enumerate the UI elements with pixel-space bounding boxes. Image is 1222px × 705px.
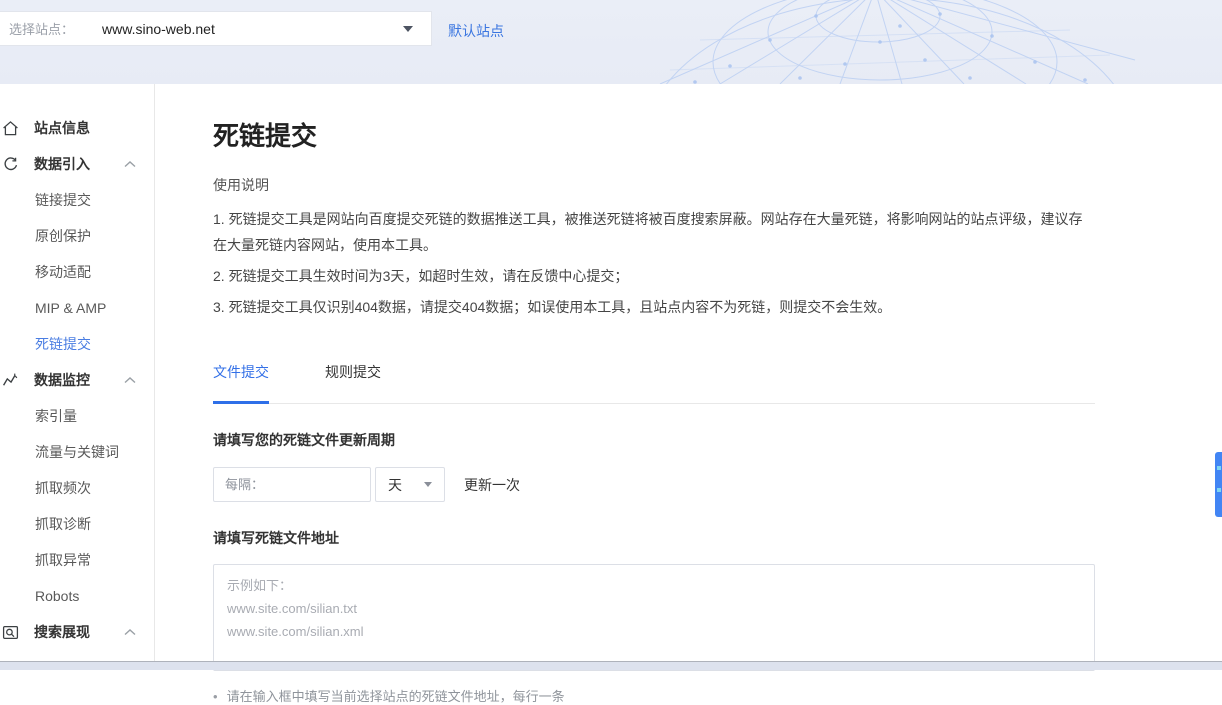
wireframe-globe-graphic (640, 0, 1160, 84)
top-banner: 选择站点： www.sino-web.net 默认站点 (0, 0, 1222, 84)
sidebar-item-robots[interactable]: Robots (0, 578, 154, 614)
search-display-icon (2, 624, 20, 641)
address-note: 请在输入框中填写当前选择站点的死链文件地址，每行一条 (213, 686, 1095, 705)
address-heading: 请填写死链文件地址 (213, 528, 1222, 548)
site-selector-dropdown[interactable]: 选择站点： www.sino-web.net (0, 11, 432, 46)
cycle-heading: 请填写您的死链文件更新周期 (213, 430, 1222, 450)
chevron-up-icon (124, 161, 136, 168)
horizontal-scrollbar-thumb[interactable] (0, 662, 1222, 670)
sidebar-item-crawl-errors[interactable]: 抓取异常 (0, 542, 154, 578)
feedback-tab-mark (1217, 488, 1221, 492)
sidebar-group-search-display[interactable]: 搜索展现 (0, 614, 154, 650)
update-cycle-row: 天 更新一次 (213, 467, 1222, 502)
feedback-tab-mark (1217, 466, 1221, 470)
page-title: 死链提交 (213, 116, 1222, 153)
tab-rule-submit[interactable]: 规则提交 (325, 362, 381, 404)
dead-link-file-textarea[interactable] (213, 564, 1095, 671)
update-suffix-label: 更新一次 (464, 475, 520, 495)
sidebar-item-crawl-frequency[interactable]: 抓取频次 (0, 470, 154, 506)
feedback-side-tab[interactable] (1215, 452, 1222, 517)
sidebar-item-original-protect[interactable]: 原创保护 (0, 218, 154, 254)
chevron-down-icon (403, 26, 413, 32)
unit-select-value: 天 (388, 475, 402, 495)
instruction-item: 3. 死链提交工具仅识别404数据，请提交404数据；如误使用本工具，且站点内容… (213, 294, 1095, 320)
tab-bar: 文件提交 规则提交 (213, 362, 1095, 404)
main-content: 死链提交 使用说明 1. 死链提交工具是网站向百度提交死链的数据推送工具，被推送… (155, 84, 1222, 670)
sidebar-item-mobile-adapt[interactable]: 移动适配 (0, 254, 154, 290)
chevron-up-icon (124, 377, 136, 384)
sidebar-item-index-volume[interactable]: 索引量 (0, 398, 154, 434)
unit-select[interactable]: 天 (375, 467, 445, 502)
horizontal-scrollbar[interactable] (0, 661, 1222, 670)
chevron-up-icon (124, 629, 136, 636)
sidebar-item-mip-amp[interactable]: MIP & AMP (0, 290, 154, 326)
site-selector-label: 选择站点： (9, 19, 74, 38)
instruction-item: 1. 死链提交工具是网站向百度提交死链的数据推送工具，被推送死链将被百度搜索屏蔽… (213, 206, 1095, 258)
sidebar-group-data-monitor[interactable]: 数据监控 (0, 362, 154, 398)
sidebar-item-crawl-diagnosis[interactable]: 抓取诊断 (0, 506, 154, 542)
instructions-title: 使用说明 (213, 175, 1222, 195)
sidebar-item-site-info[interactable]: 站点信息 (0, 110, 154, 146)
site-selector-value: www.sino-web.net (102, 21, 215, 37)
sidebar-item-traffic-keywords[interactable]: 流量与关键词 (0, 434, 154, 470)
sidebar-item-link-submit[interactable]: 链接提交 (0, 182, 154, 218)
sidebar-item-dead-link-submit[interactable]: 死链提交 (0, 326, 154, 362)
default-site-link[interactable]: 默认站点 (448, 21, 504, 41)
instructions-list: 1. 死链提交工具是网站向百度提交死链的数据推送工具，被推送死链将被百度搜索屏蔽… (213, 206, 1095, 320)
monitor-chart-icon (2, 372, 20, 389)
interval-input[interactable] (213, 467, 371, 502)
instruction-item: 2. 死链提交工具生效时间为3天，如超时生效，请在反馈中心提交； (213, 263, 1095, 289)
sidebar-group-data-import[interactable]: 数据引入 (0, 146, 154, 182)
import-icon (2, 156, 20, 173)
home-icon (2, 120, 20, 137)
chevron-down-icon (424, 482, 432, 487)
sidebar-nav: 站点信息 数据引入 链接提交 原创保护 移动适配 MIP & AMP 死链提交 (0, 84, 155, 670)
tab-file-submit[interactable]: 文件提交 (213, 362, 269, 404)
